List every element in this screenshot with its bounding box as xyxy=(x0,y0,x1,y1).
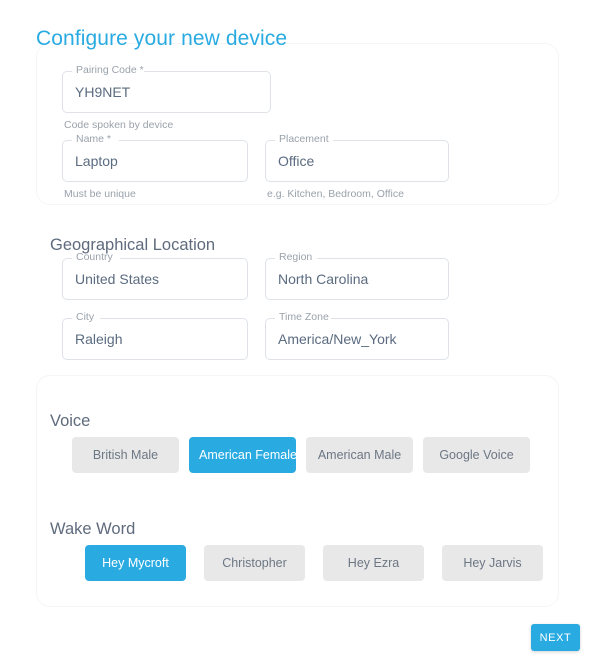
city-label: City xyxy=(74,311,96,324)
voice-option-google-voice[interactable]: Google Voice xyxy=(423,437,530,473)
time-zone-value[interactable]: America/New_York xyxy=(278,330,397,348)
wake-word-heading: Wake Word xyxy=(50,520,135,539)
pairing-code-value[interactable]: YH9NET xyxy=(75,83,130,101)
wake-word-option-hey-mycroft[interactable]: Hey Mycroft xyxy=(85,545,186,581)
wake-word-options-group: Hey Mycroft Christopher Hey Ezra Hey Jar… xyxy=(85,545,543,581)
voice-options-group: British Male American Female American Ma… xyxy=(72,437,530,473)
pairing-code-label: Pairing Code * xyxy=(74,64,146,77)
name-label: Name * xyxy=(74,133,113,146)
region-value[interactable]: North Carolina xyxy=(278,270,368,288)
placement-hint: e.g. Kitchen, Bedroom, Office xyxy=(267,188,404,200)
city-value[interactable]: Raleigh xyxy=(75,330,122,348)
page-title: Configure your new device xyxy=(36,27,287,51)
placement-label: Placement xyxy=(277,133,331,146)
time-zone-label: Time Zone xyxy=(277,311,331,324)
device-configuration-page: Configure your new device Pairing Code *… xyxy=(0,0,600,668)
wake-word-option-christopher[interactable]: Christopher xyxy=(204,545,305,581)
next-button[interactable]: NEXT xyxy=(531,624,580,651)
voice-heading: Voice xyxy=(50,412,90,431)
voice-option-american-female[interactable]: American Female xyxy=(189,437,296,473)
voice-option-american-male[interactable]: American Male xyxy=(306,437,413,473)
country-label: Country xyxy=(74,251,115,264)
name-value[interactable]: Laptop xyxy=(75,152,118,170)
country-value[interactable]: United States xyxy=(75,270,159,288)
wake-word-option-hey-jarvis[interactable]: Hey Jarvis xyxy=(442,545,543,581)
region-label: Region xyxy=(277,251,314,264)
voice-option-british-male[interactable]: British Male xyxy=(72,437,179,473)
pairing-code-hint: Code spoken by device xyxy=(64,119,173,131)
name-hint: Must be unique xyxy=(64,188,136,200)
placement-value[interactable]: Office xyxy=(278,152,314,170)
wake-word-option-hey-ezra[interactable]: Hey Ezra xyxy=(323,545,424,581)
